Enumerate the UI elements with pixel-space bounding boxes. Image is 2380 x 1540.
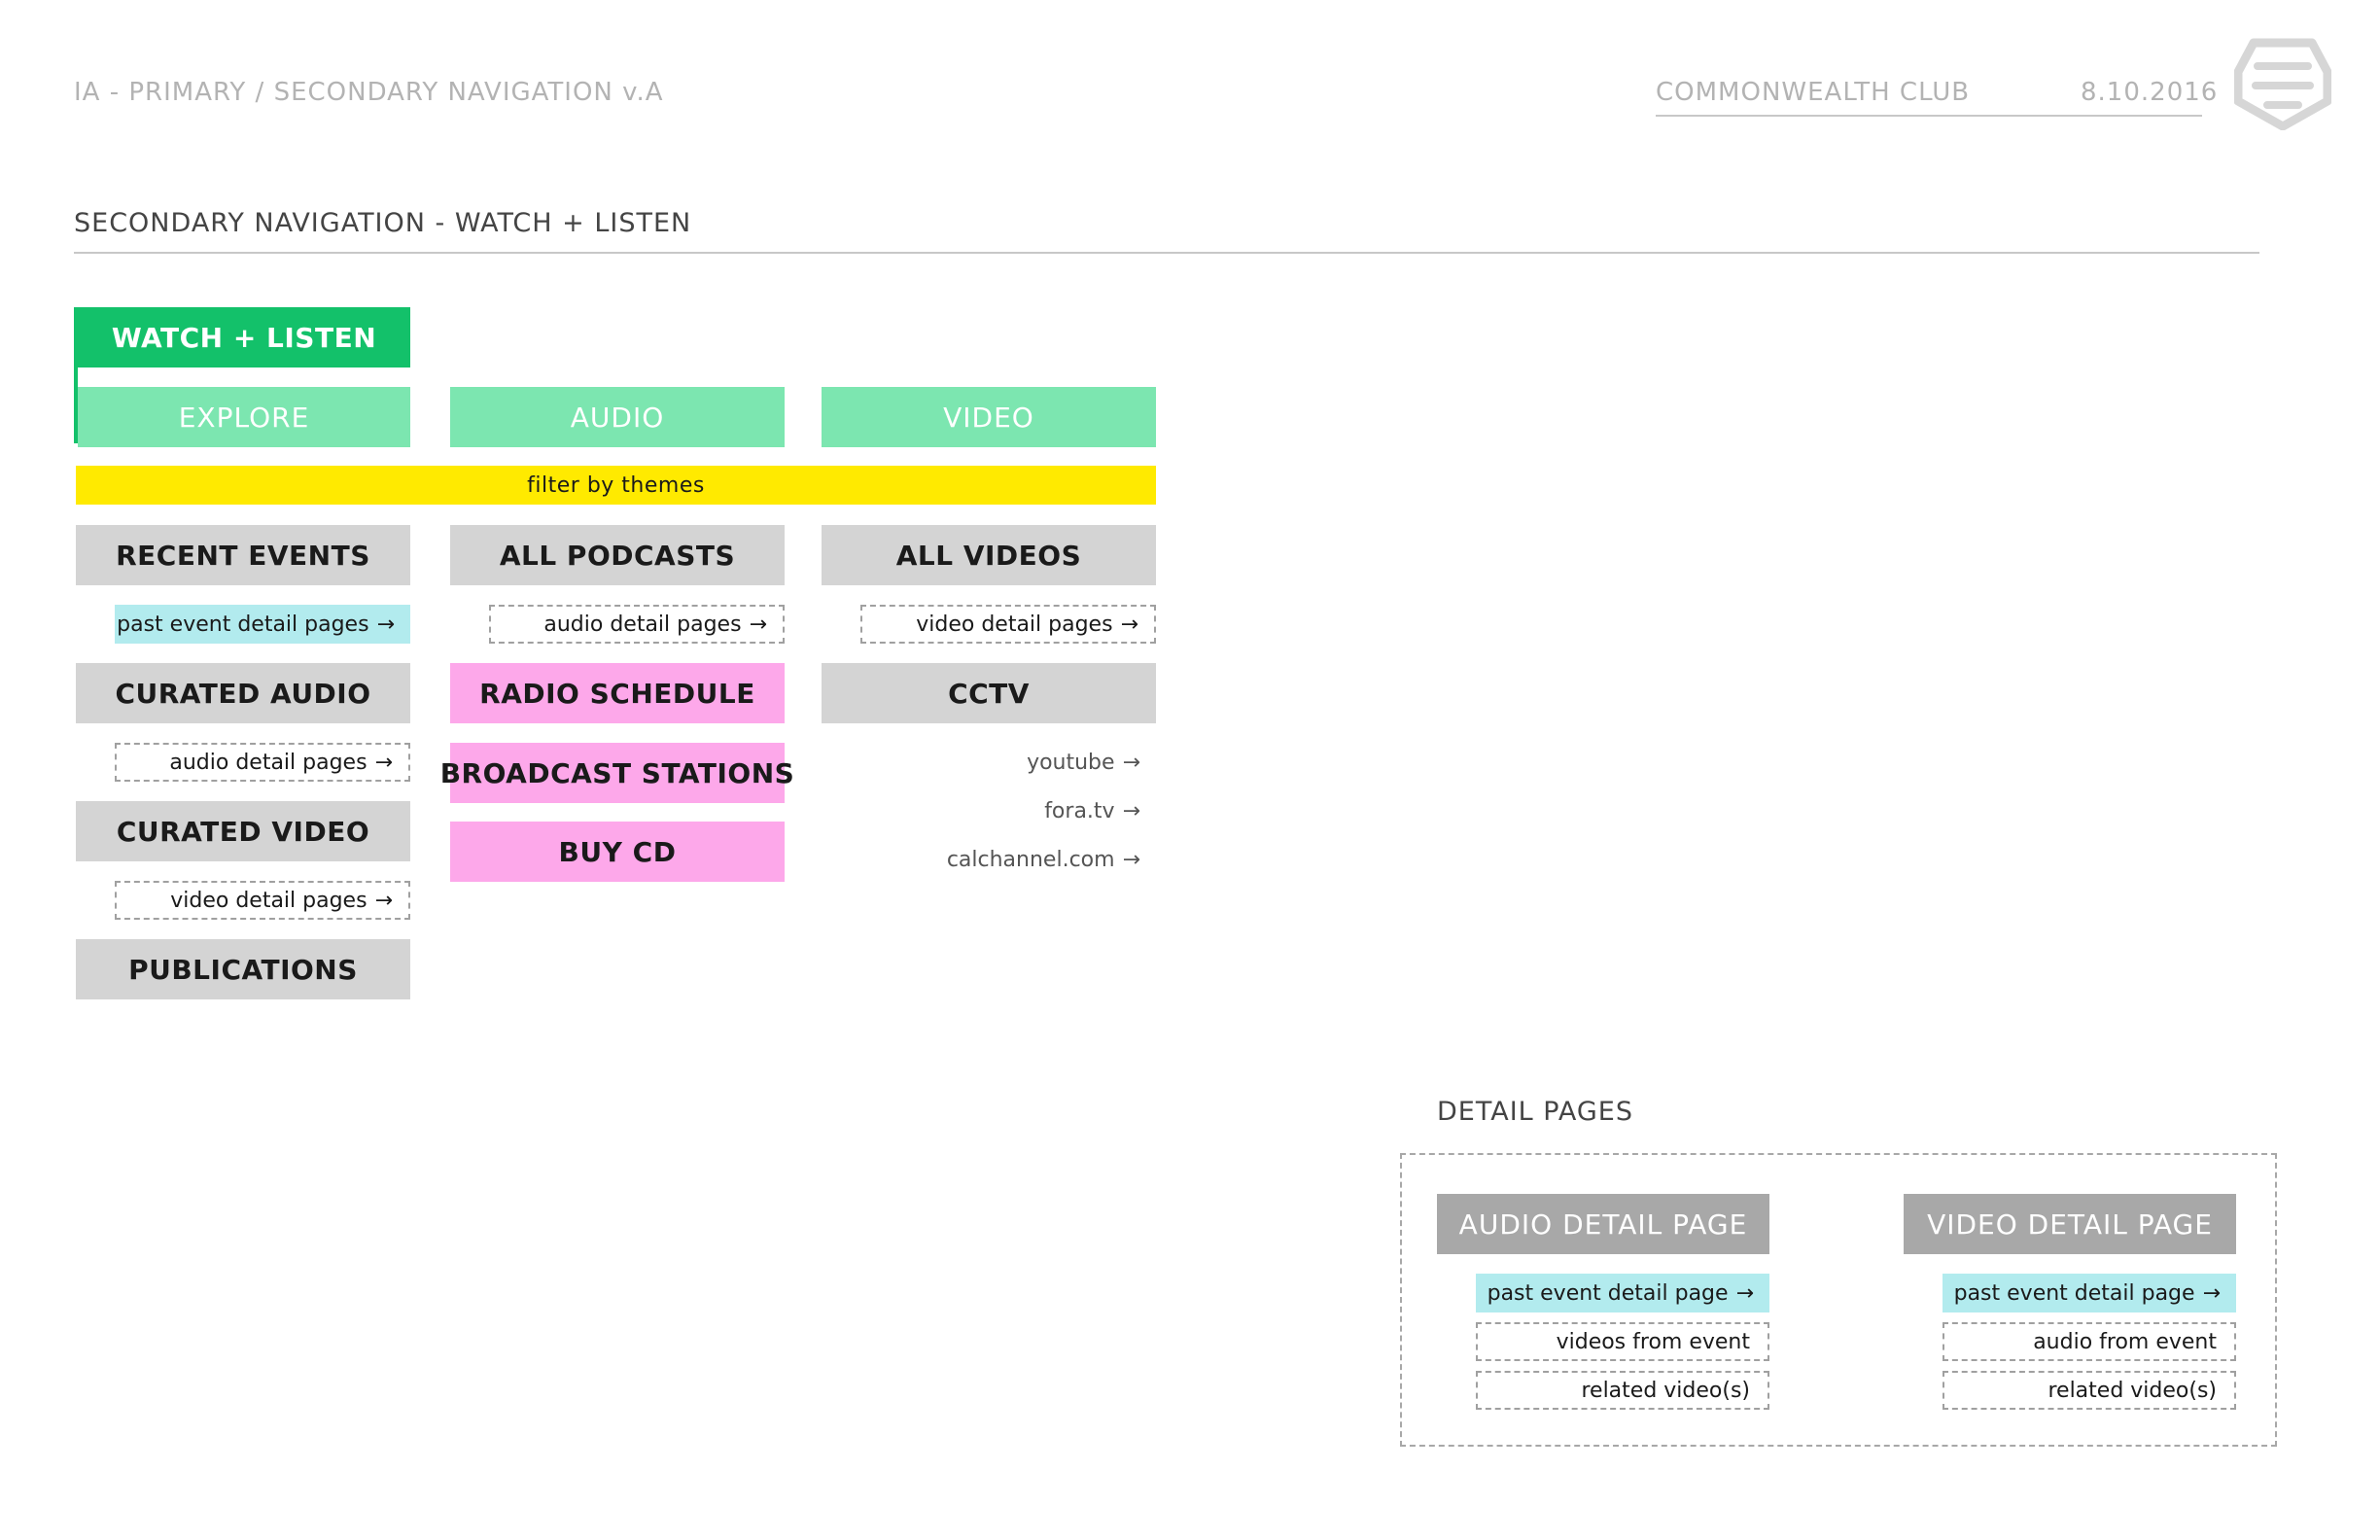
nav-recent-events[interactable]: RECENT EVENTS (76, 525, 410, 585)
nav-publications[interactable]: PUBLICATIONS (76, 939, 410, 999)
arrow-right-icon: → (1122, 847, 1140, 872)
nav-cctv[interactable]: CCTV (822, 663, 1156, 723)
link-label: calchannel.com (946, 847, 1115, 872)
link-video-detail-pages[interactable]: video detail pages → (115, 881, 410, 920)
link-videos-from-event[interactable]: videos from event (1476, 1322, 1769, 1361)
arrow-right-icon: → (1122, 750, 1140, 775)
link-label: past event detail pages (117, 612, 369, 637)
video-detail-page-box[interactable]: VIDEO DETAIL PAGE (1904, 1194, 2236, 1254)
client-name: COMMONWEALTH CLUB (1656, 78, 1971, 107)
nav-radio-schedule[interactable]: RADIO SCHEDULE (450, 663, 785, 723)
link-label: past event detail page (1487, 1280, 1729, 1306)
link-past-event-detail-page[interactable]: past event detail page → (1476, 1274, 1769, 1312)
arrow-right-icon: → (2202, 1280, 2221, 1306)
club-shield-logo-icon (2233, 37, 2332, 131)
nav-all-videos[interactable]: ALL VIDEOS (822, 525, 1156, 585)
link-label: video detail pages (170, 888, 368, 913)
link-label: videos from event (1556, 1329, 1750, 1354)
link-label: past event detail page (1953, 1280, 2195, 1306)
link-related-videos[interactable]: related video(s) (1942, 1371, 2236, 1410)
link-label: audio from event (2033, 1329, 2217, 1354)
section-divider (74, 252, 2259, 254)
link-label: audio detail pages (543, 612, 742, 637)
link-past-event-detail-pages[interactable]: past event detail pages → (115, 605, 410, 644)
tab-explore[interactable]: EXPLORE (78, 387, 410, 447)
link-related-videos[interactable]: related video(s) (1476, 1371, 1769, 1410)
tab-audio[interactable]: AUDIO (450, 387, 785, 447)
nav-all-podcasts[interactable]: ALL PODCASTS (450, 525, 785, 585)
filter-by-themes-bar[interactable]: filter by themes (76, 466, 1156, 505)
link-calchannel[interactable]: calchannel.com → (860, 840, 1156, 879)
link-label: fora.tv (1044, 798, 1115, 823)
link-label: video detail pages (916, 612, 1113, 637)
link-youtube[interactable]: youtube → (860, 743, 1156, 782)
nav-broadcast-stations[interactable]: BROADCAST STATIONS (440, 743, 794, 803)
nav-buy-cd[interactable]: BUY CD (450, 822, 785, 882)
client-underline (1656, 115, 2202, 117)
link-label: audio detail pages (169, 750, 368, 775)
link-fora-tv[interactable]: fora.tv → (860, 791, 1156, 830)
link-video-detail-pages[interactable]: video detail pages → (860, 605, 1156, 644)
tab-video[interactable]: VIDEO (822, 387, 1156, 447)
primary-nav-watch-listen[interactable]: WATCH + LISTEN (78, 307, 410, 368)
nav-curated-video[interactable]: CURATED VIDEO (76, 801, 410, 861)
link-label: related video(s) (2048, 1378, 2217, 1403)
arrow-right-icon: → (1735, 1280, 1754, 1306)
link-label: related video(s) (1581, 1378, 1750, 1403)
link-label: youtube (1027, 750, 1115, 775)
document-title: IA - PRIMARY / SECONDARY NAVIGATION v.A (74, 78, 664, 107)
link-audio-from-event[interactable]: audio from event (1942, 1322, 2236, 1361)
arrow-right-icon: → (374, 888, 393, 913)
link-audio-detail-pages[interactable]: audio detail pages → (489, 605, 785, 644)
link-past-event-detail-page[interactable]: past event detail page → (1942, 1274, 2236, 1312)
arrow-right-icon: → (749, 612, 767, 637)
link-audio-detail-pages[interactable]: audio detail pages → (115, 743, 410, 782)
section-title: SECONDARY NAVIGATION - WATCH + LISTEN (74, 208, 692, 238)
detail-pages-title: DETAIL PAGES (1437, 1097, 1633, 1127)
arrow-right-icon: → (376, 612, 395, 637)
arrow-right-icon: → (1120, 612, 1138, 637)
document-date: 8.10.2016 (2081, 78, 2219, 107)
nav-curated-audio[interactable]: CURATED AUDIO (76, 663, 410, 723)
arrow-right-icon: → (374, 750, 393, 775)
audio-detail-page-box[interactable]: AUDIO DETAIL PAGE (1437, 1194, 1769, 1254)
arrow-right-icon: → (1122, 798, 1140, 823)
